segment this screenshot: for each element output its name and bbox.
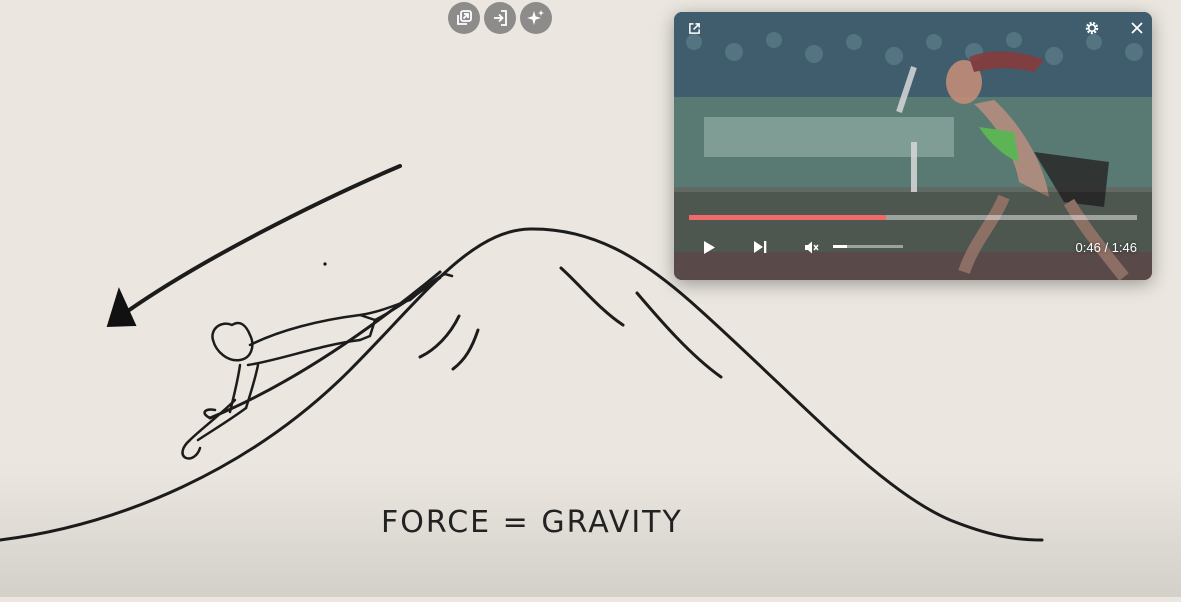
play-icon — [704, 240, 715, 254]
sign-in-icon — [494, 10, 507, 26]
pop-out-button[interactable] — [686, 20, 702, 36]
settings-button[interactable] — [1082, 18, 1102, 38]
top-toolbar — [448, 2, 552, 34]
external-link-icon — [688, 22, 700, 34]
sparkles-icon — [527, 10, 544, 25]
close-button[interactable] — [1127, 18, 1147, 38]
mute-button[interactable] — [803, 238, 821, 256]
next-button[interactable] — [751, 238, 769, 256]
skip-next-icon — [753, 241, 766, 253]
volume-muted-icon — [805, 241, 819, 253]
sparkles-button[interactable] — [520, 2, 552, 34]
progress-bar[interactable] — [689, 215, 1137, 220]
video-caption: FORCE = GRAVITY — [381, 505, 683, 540]
time-display: 0:46 / 1:46 — [1075, 240, 1137, 255]
progress-fill — [689, 215, 887, 220]
copy-stack-icon — [457, 10, 472, 25]
volume-fill — [833, 245, 847, 248]
sign-in-button[interactable] — [484, 2, 516, 34]
picture-in-picture-player[interactable]: 0:46 / 1:46 — [674, 12, 1152, 280]
play-button[interactable] — [700, 238, 718, 256]
gear-icon — [1085, 21, 1099, 35]
copy-stack-button[interactable] — [448, 2, 480, 34]
volume-slider[interactable] — [833, 245, 903, 248]
close-icon — [1131, 22, 1143, 34]
